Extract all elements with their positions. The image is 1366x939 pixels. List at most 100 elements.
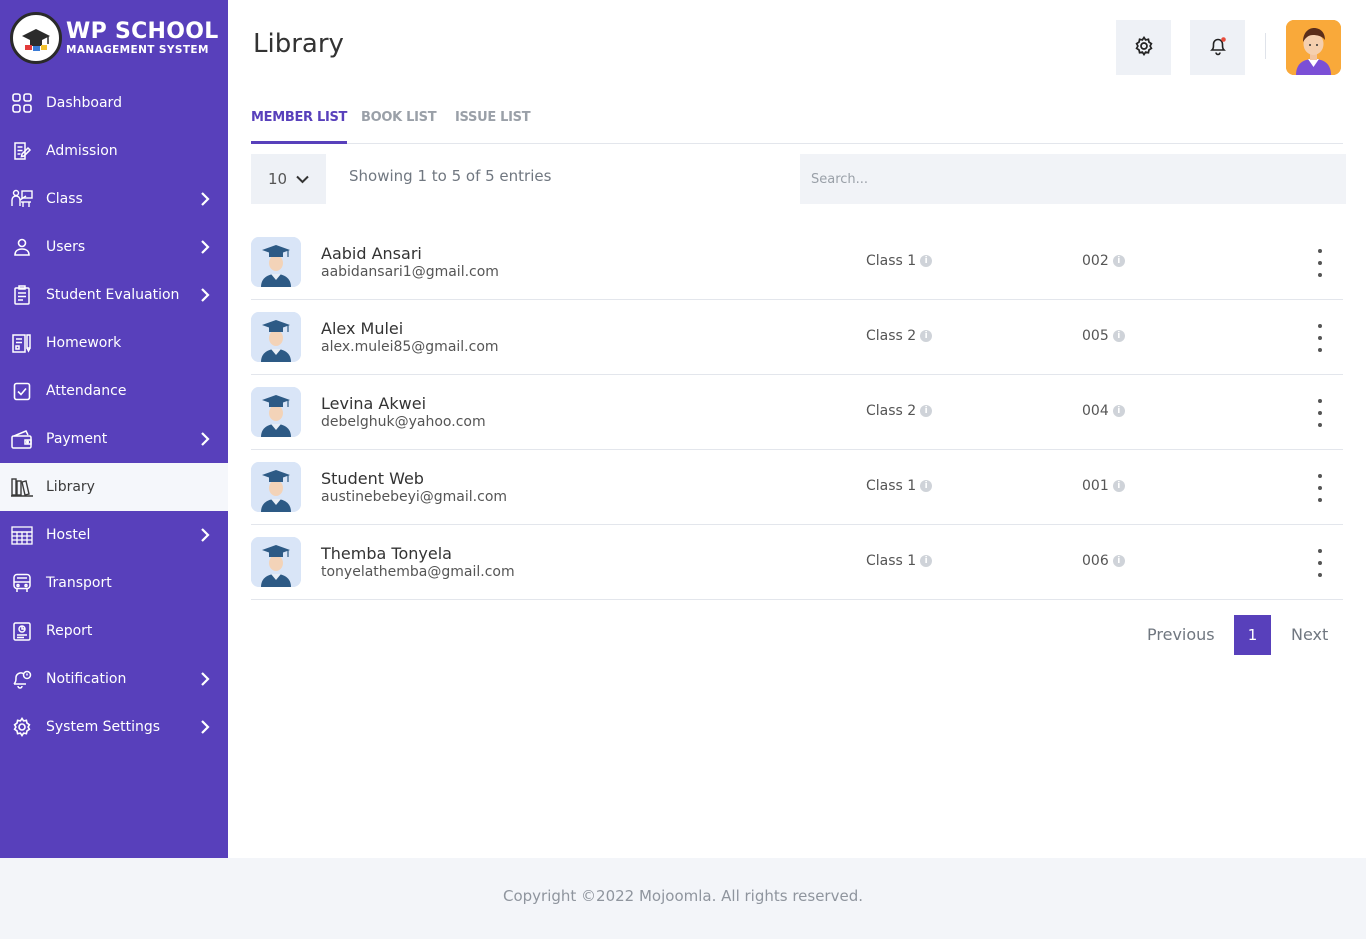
sidebar-item-report[interactable]: Report	[0, 607, 228, 655]
info-icon[interactable]: i	[1112, 330, 1125, 342]
sidebar-item-student-evaluation[interactable]: Student Evaluation	[0, 271, 228, 319]
roll-value: 006	[1082, 553, 1109, 569]
brand[interactable]: WP SCHOOL MANAGEMENT SYSTEM	[10, 12, 219, 64]
sidebar: WP SCHOOL MANAGEMENT SYSTEM Dashboard Ad…	[0, 0, 228, 858]
sidebar-item-hostel[interactable]: Hostel	[0, 511, 228, 559]
page-length-select[interactable]: 10	[251, 154, 326, 204]
hostel-icon	[11, 524, 33, 546]
sidebar-item-homework[interactable]: Homework	[0, 319, 228, 367]
sidebar-item-label: Dashboard	[46, 95, 122, 111]
sidebar-item-label: Homework	[46, 335, 122, 351]
user-icon	[11, 236, 33, 258]
tab-book-list[interactable]: BOOK LIST	[361, 110, 437, 144]
search-input[interactable]	[800, 154, 1346, 204]
tab-member-list[interactable]: MEMBER LIST	[251, 110, 347, 144]
info-icon[interactable]: i	[1112, 255, 1125, 267]
student-avatar-icon	[251, 462, 301, 512]
chevron-right-icon	[198, 672, 212, 686]
class-value: Class 2	[866, 328, 917, 344]
info-icon[interactable]: i	[920, 255, 933, 267]
sidebar-item-library[interactable]: Library	[0, 463, 228, 511]
class-value: Class 1	[866, 478, 917, 494]
member-class: Class 1i	[866, 253, 933, 269]
brand-subtitle: MANAGEMENT SYSTEM	[66, 43, 209, 56]
sidebar-item-label: Attendance	[46, 383, 127, 399]
table-info: Showing 1 to 5 of 5 entries	[349, 167, 552, 185]
table-row[interactable]: Student Web austinebebeyi@gmail.com Clas…	[251, 450, 1343, 525]
notification-button[interactable]	[1190, 20, 1245, 75]
sidebar-item-label: Notification	[46, 671, 127, 687]
member-email: tonyelathemba@gmail.com	[321, 564, 515, 580]
sidebar-item-label: System Settings	[46, 719, 161, 735]
sidebar-item-payment[interactable]: Payment	[0, 415, 228, 463]
sidebar-item-system-settings[interactable]: System Settings	[0, 703, 228, 751]
roll-value: 001	[1082, 478, 1109, 494]
library-icon	[11, 476, 33, 498]
info-icon[interactable]: i	[1112, 405, 1125, 417]
sidebar-item-users[interactable]: Users	[0, 223, 228, 271]
main-content: Library MEMBER LIST BOOK LIST ISSUE LIST…	[228, 0, 1366, 858]
member-email: alex.mulei85@gmail.com	[321, 339, 499, 355]
pagination-next[interactable]: Next	[1291, 625, 1328, 644]
member-class: Class 2i	[866, 328, 933, 344]
homework-icon	[11, 332, 33, 354]
member-roll: 001 i	[1082, 478, 1125, 494]
sidebar-item-transport[interactable]: Transport	[0, 559, 228, 607]
member-name: Student Web	[321, 469, 424, 488]
pagination-previous[interactable]: Previous	[1147, 625, 1215, 644]
tab-issue-list[interactable]: ISSUE LIST	[455, 110, 531, 144]
user-avatar[interactable]	[1286, 20, 1341, 75]
info-icon[interactable]: i	[1112, 480, 1125, 492]
info-icon[interactable]: i	[1112, 555, 1125, 567]
sidebar-item-class[interactable]: Class	[0, 175, 228, 223]
copyright-text: Copyright ©2022 Mojoomla. All rights res…	[502, 887, 863, 905]
member-class: Class 2i	[866, 403, 933, 419]
row-actions-menu-icon[interactable]	[1310, 249, 1330, 277]
row-actions-menu-icon[interactable]	[1310, 474, 1330, 502]
wallet-icon	[11, 428, 33, 450]
sidebar-item-dashboard[interactable]: Dashboard	[0, 79, 228, 127]
info-icon[interactable]: i	[920, 555, 933, 567]
sidebar-item-label: Hostel	[46, 527, 91, 543]
sidebar-item-notification[interactable]: Notification	[0, 655, 228, 703]
chevron-right-icon	[198, 192, 212, 206]
chevron-right-icon	[198, 720, 212, 734]
class-icon	[11, 188, 33, 210]
info-icon[interactable]: i	[920, 330, 933, 342]
notification-icon	[11, 668, 33, 690]
sidebar-item-admission[interactable]: Admission	[0, 127, 228, 175]
sidebar-nav: Dashboard Admission Class Users Student …	[0, 79, 228, 751]
table-row[interactable]: Themba Tonyela tonyelathemba@gmail.com C…	[251, 525, 1343, 600]
sidebar-item-label: Class	[46, 191, 83, 207]
sidebar-item-label: Payment	[46, 431, 108, 447]
sidebar-item-label: Student Evaluation	[46, 287, 180, 303]
class-value: Class 2	[866, 403, 917, 419]
chevron-right-icon	[198, 528, 212, 542]
member-class: Class 1i	[866, 478, 933, 494]
row-actions-menu-icon[interactable]	[1310, 324, 1330, 352]
table-row[interactable]: Aabid Ansari aabidansari1@gmail.com Clas…	[251, 225, 1343, 300]
class-value: Class 1	[866, 253, 917, 269]
member-email: debelghuk@yahoo.com	[321, 414, 486, 430]
row-actions-menu-icon[interactable]	[1310, 399, 1330, 427]
pagination-page-1[interactable]: 1	[1234, 615, 1271, 655]
table-row[interactable]: Levina Akwei debelghuk@yahoo.com Class 2…	[251, 375, 1343, 450]
member-name: Themba Tonyela	[321, 544, 452, 563]
member-roll: 002 i	[1082, 253, 1125, 269]
info-icon[interactable]: i	[920, 480, 933, 492]
page-title: Library	[253, 29, 344, 59]
table-row[interactable]: Alex Mulei alex.mulei85@gmail.com Class …	[251, 300, 1343, 375]
gear-icon	[1134, 35, 1154, 60]
sidebar-item-attendance[interactable]: Attendance	[0, 367, 228, 415]
footer: Copyright ©2022 Mojoomla. All rights res…	[0, 858, 1366, 939]
chevron-right-icon	[198, 240, 212, 254]
school-logo-icon	[10, 12, 62, 64]
page-length-value: 10	[267, 170, 288, 188]
member-name: Aabid Ansari	[321, 244, 422, 263]
row-actions-menu-icon[interactable]	[1310, 549, 1330, 577]
member-list: Aabid Ansari aabidansari1@gmail.com Clas…	[251, 225, 1343, 600]
roll-value: 004	[1082, 403, 1109, 419]
member-email: aabidansari1@gmail.com	[321, 264, 499, 280]
info-icon[interactable]: i	[920, 405, 933, 417]
settings-button[interactable]	[1116, 20, 1171, 75]
